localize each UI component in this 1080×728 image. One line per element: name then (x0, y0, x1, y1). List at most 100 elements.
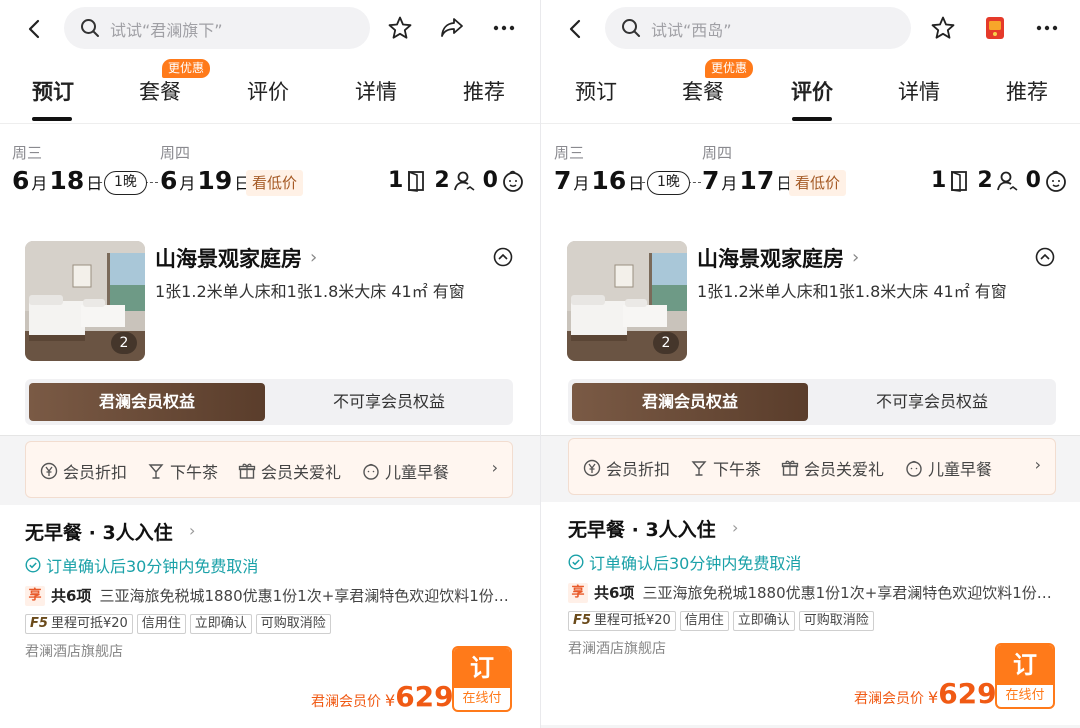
checkin-day: 16 (591, 166, 627, 195)
checkout-date[interactable]: 6 月19 日 (160, 166, 252, 202)
low-price-link[interactable]: 看低价 (246, 170, 304, 196)
room-card[interactable]: 2 山海景观家庭房 › 1张1.2米单人床和1张1.8米大床 41㎡ 有窗 君澜… (541, 214, 1080, 436)
instant-confirm-tag: 立即确认 (189, 614, 252, 634)
book-button[interactable]: 订 在线付 (995, 643, 1055, 709)
active-tab-indicator (792, 117, 832, 121)
child-face-icon (362, 462, 380, 480)
perk-badge: 享 (568, 582, 588, 603)
rate-plan-card[interactable]: 无早餐 · 3人入住 › 订单确认后30分钟内免费取消 享 共6项 三亚海旅免税… (541, 502, 1080, 725)
more-button[interactable] (490, 14, 518, 42)
tab-package[interactable]: 套餐 (682, 76, 724, 106)
star-icon (931, 16, 955, 39)
member-rights-tab[interactable]: 君澜会员权益 (572, 383, 808, 421)
tab-reviews[interactable]: 评价 (791, 76, 833, 106)
collapse-icon[interactable] (1035, 247, 1055, 267)
child-icon (1044, 169, 1068, 193)
chevron-right-icon[interactable]: › (1035, 455, 1041, 474)
rate-plan-card[interactable]: 无早餐 · 3人入住 › 订单确认后30分钟内免费取消 享 共6项 三亚海旅免税… (0, 505, 540, 728)
search-icon (81, 19, 99, 37)
benefit-gift: 会员关爱礼 (238, 459, 341, 483)
shop-name: 君澜酒店旗舰店 (568, 641, 666, 657)
price: 君澜会员价 ¥ 629 (854, 677, 997, 710)
non-member-tab[interactable]: 不可享会员权益 (812, 383, 1052, 421)
room-photo[interactable]: 2 (25, 241, 145, 361)
room-photo[interactable]: 2 (567, 241, 687, 361)
pay-online-label: 在线付 (1005, 688, 1045, 703)
benefit-label: 下午茶 (170, 463, 219, 482)
benefit-label: 会员折扣 (63, 463, 128, 482)
credit-stay-tag: 信用住 (136, 614, 186, 634)
member-rights-tab[interactable]: 君澜会员权益 (29, 383, 265, 421)
checkout-day: 19 (197, 166, 233, 195)
checkin-weekday: 周三 (554, 144, 585, 162)
more-icon (1036, 25, 1058, 31)
star-icon (388, 16, 412, 39)
checkout-weekday: 周四 (702, 144, 733, 162)
book-button[interactable]: 订 在线付 (452, 646, 512, 712)
favorite-button[interactable] (929, 14, 957, 42)
top-bar: 试试“君澜旗下” (0, 0, 540, 58)
tab-booking[interactable]: 预订 (32, 76, 74, 106)
date-selector[interactable]: 周三 周四 6 月18 日 1晚 6 月19 日 看低价 1 2 0 (0, 124, 540, 214)
tab-recommend[interactable]: 推荐 (463, 76, 505, 106)
tab-reviews[interactable]: 评价 (247, 76, 289, 106)
checkout-month: 6 (160, 166, 178, 195)
cancel-insurance-tag: 可购取消险 (798, 611, 874, 631)
chevron-right-icon: › (732, 518, 739, 537)
chevron-right-icon[interactable]: › (492, 458, 498, 477)
collapse-icon[interactable] (493, 247, 513, 267)
price-label: 君澜会员价 (854, 691, 924, 707)
search-input[interactable]: 试试“君澜旗下” (64, 7, 370, 49)
more-button[interactable] (1033, 14, 1061, 42)
guest-counts[interactable]: 1 2 0 (931, 168, 1076, 193)
check-circle-icon (568, 554, 584, 570)
benefit-label: 会员关爱礼 (804, 460, 885, 479)
search-input[interactable]: 试试“西岛” (605, 7, 911, 49)
mileage-prefix: F5 (30, 616, 48, 631)
checkout-date[interactable]: 7 月17 日 (702, 166, 794, 202)
back-icon[interactable] (24, 18, 46, 40)
member-toggle: 君澜会员权益 不可享会员权益 (568, 379, 1056, 425)
date-selector[interactable]: 周三 周四 7 月16 日 1晚 7 月17 日 看低价 1 2 0 (541, 124, 1080, 214)
room-title[interactable]: 山海景观家庭房 (697, 243, 844, 273)
guest-counts[interactable]: 1 2 0 (388, 168, 533, 193)
perks-row[interactable]: 享 共6项 三亚海旅免税城1880优惠1份1次+享君澜特色欢迎饮料1份… (568, 582, 1052, 603)
day-unit: 日 (628, 174, 645, 193)
checkin-month: 6 (12, 166, 30, 195)
room-count: 1 (931, 168, 947, 193)
checkin-date[interactable]: 6 月18 日 (12, 166, 104, 202)
tab-booking[interactable]: 预订 (575, 76, 617, 106)
member-benefits-bar[interactable]: 会员折扣 下午茶 会员关爱礼 儿童早餐 › (25, 441, 513, 498)
perks-row[interactable]: 享 共6项 三亚海旅免税城1880优惠1份1次+享君澜特色欢迎饮料1份… (25, 585, 509, 606)
non-member-tab[interactable]: 不可享会员权益 (269, 383, 509, 421)
rate-plan-title[interactable]: 无早餐 · 3人入住 (25, 518, 173, 545)
free-cancel-policy: 订单确认后30分钟内免费取消 (25, 553, 258, 577)
room-title[interactable]: 山海景观家庭房 (155, 243, 302, 273)
perk-text: 三亚海旅免税城1880优惠1份1次+享君澜特色欢迎饮料1份… (99, 587, 509, 605)
top-bar: 试试“西岛” (541, 0, 1080, 58)
miniapp-button[interactable] (981, 14, 1009, 42)
nights-count: 1晚 (647, 171, 690, 195)
child-icon (501, 169, 525, 193)
room-card[interactable]: 2 山海景观家庭房 › 1张1.2米单人床和1张1.8米大床 41㎡ 有窗 君澜… (0, 214, 540, 436)
tab-details[interactable]: 详情 (898, 76, 940, 106)
tab-details[interactable]: 详情 (355, 76, 397, 106)
tab-package[interactable]: 套餐 (139, 76, 181, 106)
rate-plan-title[interactable]: 无早餐 · 3人入住 (568, 515, 716, 542)
share-button[interactable] (438, 14, 466, 42)
member-benefits-bar[interactable]: 会员折扣 下午茶 会员关爱礼 儿童早餐 › (568, 438, 1056, 495)
search-placeholder: 试试“君澜旗下” (110, 21, 223, 40)
nights-count: 1晚 (104, 171, 147, 195)
benefit-label: 下午茶 (713, 460, 762, 479)
benefit-discount: 会员折扣 (40, 459, 127, 483)
low-price-link[interactable]: 看低价 (789, 170, 847, 196)
favorite-button[interactable] (386, 14, 414, 42)
share-icon (441, 18, 463, 37)
room-count: 1 (388, 168, 404, 193)
active-tab-indicator (32, 117, 72, 121)
door-icon (949, 170, 969, 192)
perk-text: 三亚海旅免税城1880优惠1份1次+享君澜特色欢迎饮料1份… (642, 584, 1052, 602)
tab-recommend[interactable]: 推荐 (1006, 76, 1048, 106)
back-icon[interactable] (565, 18, 587, 40)
checkin-date[interactable]: 7 月16 日 (554, 166, 646, 202)
